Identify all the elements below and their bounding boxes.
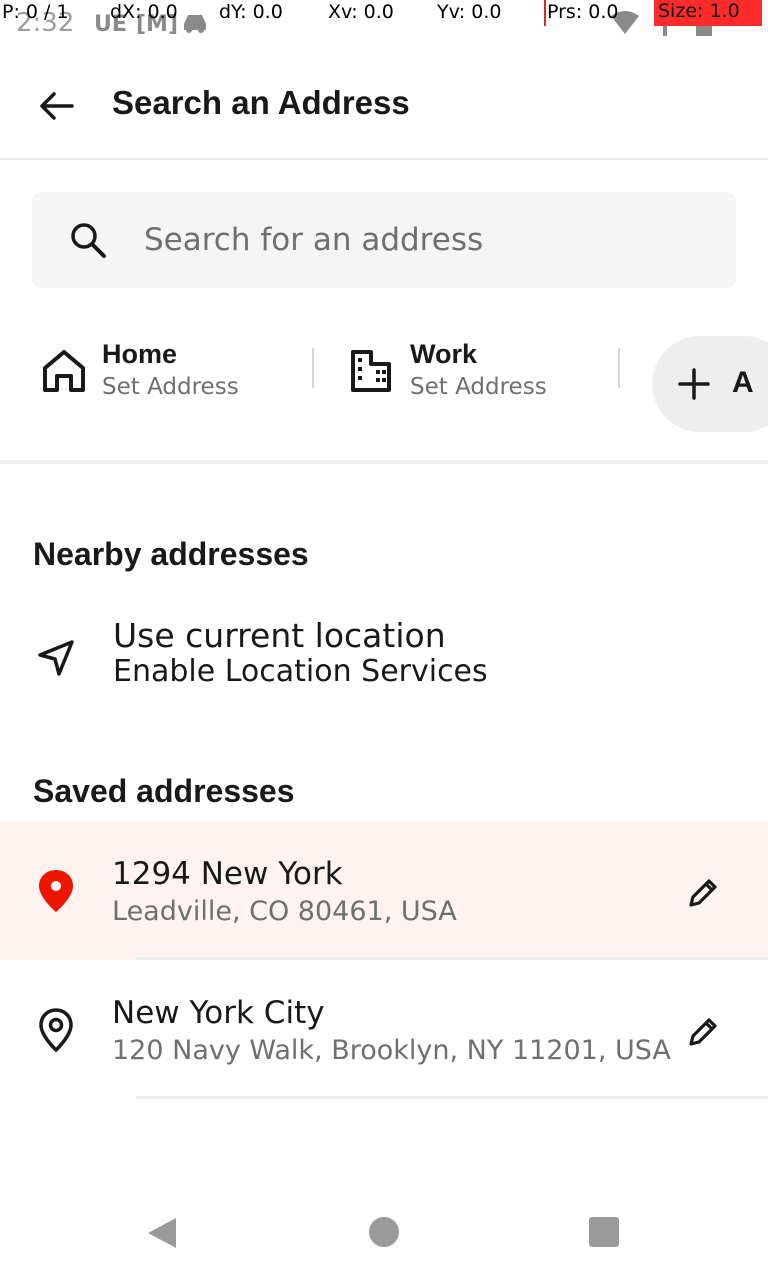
saved-address-name: 1294 New York: [112, 856, 343, 892]
pencil-icon: [689, 1018, 717, 1046]
pointer-count: P: 0 / 1: [2, 1, 69, 23]
shortcut-divider: [312, 348, 314, 388]
address-shortcuts: Home Set Address Work Set Address A: [0, 320, 768, 464]
edit-address-button[interactable]: [680, 1009, 726, 1055]
home-shortcut-subtitle: Set Address: [102, 374, 239, 400]
saved-address-detail: 120 Navy Walk, Brooklyn, NY 11201, USA: [112, 1035, 671, 1066]
pointer-divider: [544, 0, 546, 26]
pointer-size: Size: 1.0: [654, 0, 762, 26]
pointer-xv: Xv: 0.0: [328, 1, 394, 23]
system-navigation-bar: [0, 1184, 768, 1280]
pointer-location-overlay: P: 0 / 1 dX: 0.0 dY: 0.0 Xv: 0.0 Yv: 0.0…: [0, 0, 768, 26]
enable-location-services-label: Enable Location Services: [113, 654, 488, 689]
page-title: Search an Address: [112, 84, 410, 121]
saved-address-detail: Leadville, CO 80461, USA: [112, 896, 457, 927]
row-divider: [136, 957, 768, 960]
row-divider: [136, 1096, 768, 1099]
pointer-pressure: Prs: 0.0: [547, 1, 619, 23]
shortcut-divider: [618, 348, 620, 388]
home-shortcut[interactable]: Home Set Address: [40, 336, 239, 426]
back-button[interactable]: [28, 78, 84, 134]
saved-address-name: New York City: [112, 995, 325, 1031]
use-current-location-row[interactable]: Use current location Enable Location Ser…: [0, 612, 768, 702]
home-icon: [43, 350, 85, 392]
arrow-left-icon: [40, 92, 74, 120]
location-pin-filled-icon: [39, 870, 73, 912]
nearby-addresses-heading: Nearby addresses: [33, 536, 309, 572]
location-pin-outline-icon: [39, 1008, 73, 1053]
work-shortcut-subtitle: Set Address: [410, 374, 547, 400]
saved-address-item[interactable]: New York City 120 Navy Walk, Brooklyn, N…: [0, 961, 768, 1099]
pointer-dy: dY: 0.0: [219, 1, 283, 23]
home-shortcut-title: Home: [102, 339, 178, 369]
work-shortcut-title: Work: [410, 339, 478, 369]
building-icon: [351, 350, 391, 392]
system-home-icon[interactable]: [369, 1217, 399, 1247]
search-box[interactable]: [32, 192, 736, 288]
app-header: Search an Address: [0, 48, 768, 160]
work-shortcut[interactable]: Work Set Address: [348, 336, 547, 426]
edit-address-button[interactable]: [680, 870, 726, 916]
search-icon: [71, 223, 106, 258]
pointer-yv: Yv: 0.0: [437, 1, 502, 23]
navigation-arrow-icon: [38, 640, 74, 676]
use-current-location-title: Use current location: [113, 616, 446, 655]
pencil-icon: [689, 879, 717, 907]
add-address-button[interactable]: A: [652, 336, 768, 432]
pointer-dx: dX: 0.0: [110, 1, 178, 23]
plus-icon: [678, 368, 710, 400]
system-back-icon[interactable]: [146, 1216, 178, 1250]
saved-addresses-heading: Saved addresses: [33, 773, 295, 809]
saved-address-item-selected[interactable]: 1294 New York Leadville, CO 80461, USA: [0, 822, 768, 960]
search-input[interactable]: [144, 210, 704, 270]
system-recents-icon[interactable]: [589, 1217, 619, 1247]
add-address-label: A: [732, 366, 754, 399]
